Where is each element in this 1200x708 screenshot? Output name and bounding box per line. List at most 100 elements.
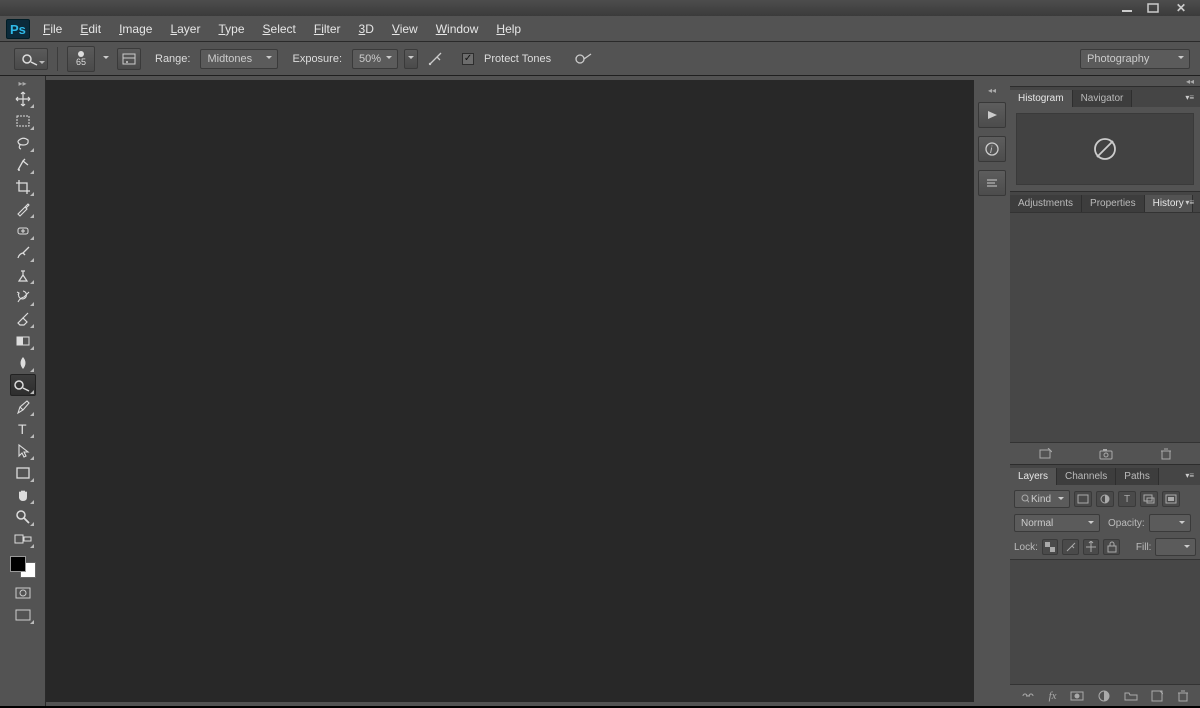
tool-type[interactable]: T bbox=[10, 418, 36, 440]
menu-item-type[interactable]: Type bbox=[209, 16, 253, 42]
actions-panel-icon[interactable] bbox=[978, 102, 1006, 128]
layer-mask-icon[interactable] bbox=[1070, 691, 1084, 701]
adjustment-layer-icon[interactable] bbox=[1098, 690, 1110, 702]
airbrush-toggle-button[interactable] bbox=[424, 48, 450, 70]
tool-3d-camera[interactable] bbox=[10, 528, 36, 550]
pressure-icon bbox=[574, 51, 594, 67]
menu-item-window[interactable]: Window bbox=[427, 16, 488, 42]
tool-dodge[interactable] bbox=[10, 374, 36, 396]
layers-list bbox=[1010, 559, 1200, 684]
lock-pixels-icon[interactable] bbox=[1062, 539, 1079, 555]
tab-paths[interactable]: Paths bbox=[1116, 468, 1159, 485]
window-minimize-button[interactable] bbox=[1114, 1, 1140, 15]
exposure-label: Exposure: bbox=[284, 53, 346, 65]
filter-pixel-icon[interactable] bbox=[1074, 491, 1092, 507]
tool-quick-select[interactable] bbox=[10, 154, 36, 176]
menu-item-edit[interactable]: Edit bbox=[71, 16, 110, 42]
tablet-pressure-button[interactable] bbox=[571, 48, 597, 70]
right-panels: ◂◂ Histogram Navigator ▾≡ Adjustments bbox=[1010, 76, 1200, 706]
blend-mode-dropdown[interactable]: Normal bbox=[1014, 514, 1100, 532]
fill-label: Fill: bbox=[1136, 542, 1152, 553]
tool-rectangle[interactable] bbox=[10, 462, 36, 484]
panel-menu-icon[interactable]: ▾≡ bbox=[1185, 198, 1194, 207]
foreground-color-swatch[interactable] bbox=[10, 556, 26, 572]
exposure-field[interactable]: 50% bbox=[352, 49, 398, 69]
tool-eyedropper[interactable] bbox=[10, 198, 36, 220]
screen-mode-button[interactable] bbox=[10, 604, 36, 626]
menu-item-file[interactable]: File bbox=[34, 16, 71, 42]
window-maximize-button[interactable] bbox=[1140, 1, 1166, 15]
panel-menu-icon[interactable]: ▾≡ bbox=[1185, 471, 1194, 480]
snapshot-icon[interactable] bbox=[1099, 448, 1113, 460]
menu-item-image[interactable]: Image bbox=[110, 16, 161, 42]
tool-pen[interactable] bbox=[10, 396, 36, 418]
filter-smart-icon[interactable] bbox=[1162, 491, 1180, 507]
create-document-from-state-icon[interactable] bbox=[1038, 448, 1052, 460]
protect-tones-checkbox[interactable]: ✓ bbox=[462, 53, 474, 65]
menu-bar: Ps FileEditImageLayerTypeSelectFilter3DV… bbox=[0, 16, 1200, 42]
tab-channels[interactable]: Channels bbox=[1057, 468, 1116, 485]
tab-navigator[interactable]: Navigator bbox=[1073, 90, 1133, 107]
paragraph-panel-icon[interactable] bbox=[978, 170, 1006, 196]
tab-adjustments[interactable]: Adjustments bbox=[1010, 195, 1082, 212]
layer-style-icon[interactable]: fx bbox=[1049, 690, 1057, 702]
tool-path-select[interactable] bbox=[10, 440, 36, 462]
tool-healing[interactable] bbox=[10, 220, 36, 242]
tool-eraser[interactable] bbox=[10, 308, 36, 330]
workspace-switcher-dropdown[interactable]: Photography bbox=[1080, 49, 1190, 69]
layer-group-icon[interactable] bbox=[1124, 691, 1138, 701]
tab-layers[interactable]: Layers bbox=[1010, 468, 1057, 485]
color-swatches[interactable] bbox=[8, 554, 38, 580]
info-panel-icon[interactable]: i bbox=[978, 136, 1006, 162]
menu-item-view[interactable]: View bbox=[383, 16, 427, 42]
tab-histogram[interactable]: Histogram bbox=[1010, 90, 1073, 107]
menu-item-select[interactable]: Select bbox=[254, 16, 305, 42]
tool-clone[interactable] bbox=[10, 264, 36, 286]
menu-item-filter[interactable]: Filter bbox=[305, 16, 350, 42]
dock-strip-expand-handle[interactable]: ◂◂ bbox=[974, 86, 1010, 94]
opacity-field[interactable] bbox=[1149, 514, 1191, 532]
photoshop-logo-icon: Ps bbox=[6, 19, 34, 39]
menu-item-help[interactable]: Help bbox=[487, 16, 530, 42]
filter-shape-icon[interactable] bbox=[1140, 491, 1158, 507]
tool-brush[interactable] bbox=[10, 242, 36, 264]
tool-zoom[interactable] bbox=[10, 506, 36, 528]
brush-preset-button[interactable]: 65 bbox=[67, 46, 95, 72]
tool-move[interactable] bbox=[10, 88, 36, 110]
range-dropdown[interactable]: Midtones bbox=[200, 49, 278, 69]
new-layer-icon[interactable] bbox=[1151, 690, 1163, 702]
layer-filter-dropdown[interactable]: Kind bbox=[1014, 490, 1070, 508]
tool-history-brush[interactable] bbox=[10, 286, 36, 308]
filter-type-icon[interactable]: T bbox=[1118, 491, 1136, 507]
menu-item-3d[interactable]: 3D bbox=[350, 16, 383, 42]
tool-lasso[interactable] bbox=[10, 132, 36, 154]
link-layers-icon[interactable] bbox=[1021, 691, 1035, 701]
toolbox-expand-handle[interactable]: ▸▸ bbox=[0, 78, 45, 88]
delete-layer-icon[interactable] bbox=[1177, 690, 1189, 702]
brush-panel-toggle-button[interactable] bbox=[117, 48, 141, 70]
exposure-slider-button[interactable] bbox=[404, 49, 418, 69]
panels-collapse-handle[interactable]: ◂◂ bbox=[1010, 76, 1200, 86]
tool-crop[interactable] bbox=[10, 176, 36, 198]
svg-text:T: T bbox=[18, 422, 27, 436]
tool-gradient[interactable] bbox=[10, 330, 36, 352]
lock-transparency-icon[interactable] bbox=[1042, 539, 1059, 555]
lock-all-icon[interactable] bbox=[1103, 539, 1120, 555]
quick-mask-button[interactable] bbox=[10, 582, 36, 604]
lock-position-icon[interactable] bbox=[1083, 539, 1100, 555]
tab-properties[interactable]: Properties bbox=[1082, 195, 1145, 212]
lock-label: Lock: bbox=[1014, 542, 1038, 553]
tool-blur[interactable] bbox=[10, 352, 36, 374]
tool-hand[interactable] bbox=[10, 484, 36, 506]
fill-field[interactable] bbox=[1155, 538, 1196, 556]
options-bar: 65 Range: Midtones Exposure: 50% ✓ Prote… bbox=[0, 42, 1200, 76]
delete-state-icon[interactable] bbox=[1160, 448, 1172, 460]
title-bar: ✕ bbox=[0, 0, 1200, 16]
canvas-area[interactable] bbox=[46, 80, 974, 702]
filter-adjust-icon[interactable] bbox=[1096, 491, 1114, 507]
current-tool-preset-button[interactable] bbox=[14, 48, 48, 70]
menu-item-layer[interactable]: Layer bbox=[161, 16, 209, 42]
tool-marquee[interactable] bbox=[10, 110, 36, 132]
panel-menu-icon[interactable]: ▾≡ bbox=[1185, 93, 1194, 102]
window-close-button[interactable]: ✕ bbox=[1166, 1, 1196, 15]
